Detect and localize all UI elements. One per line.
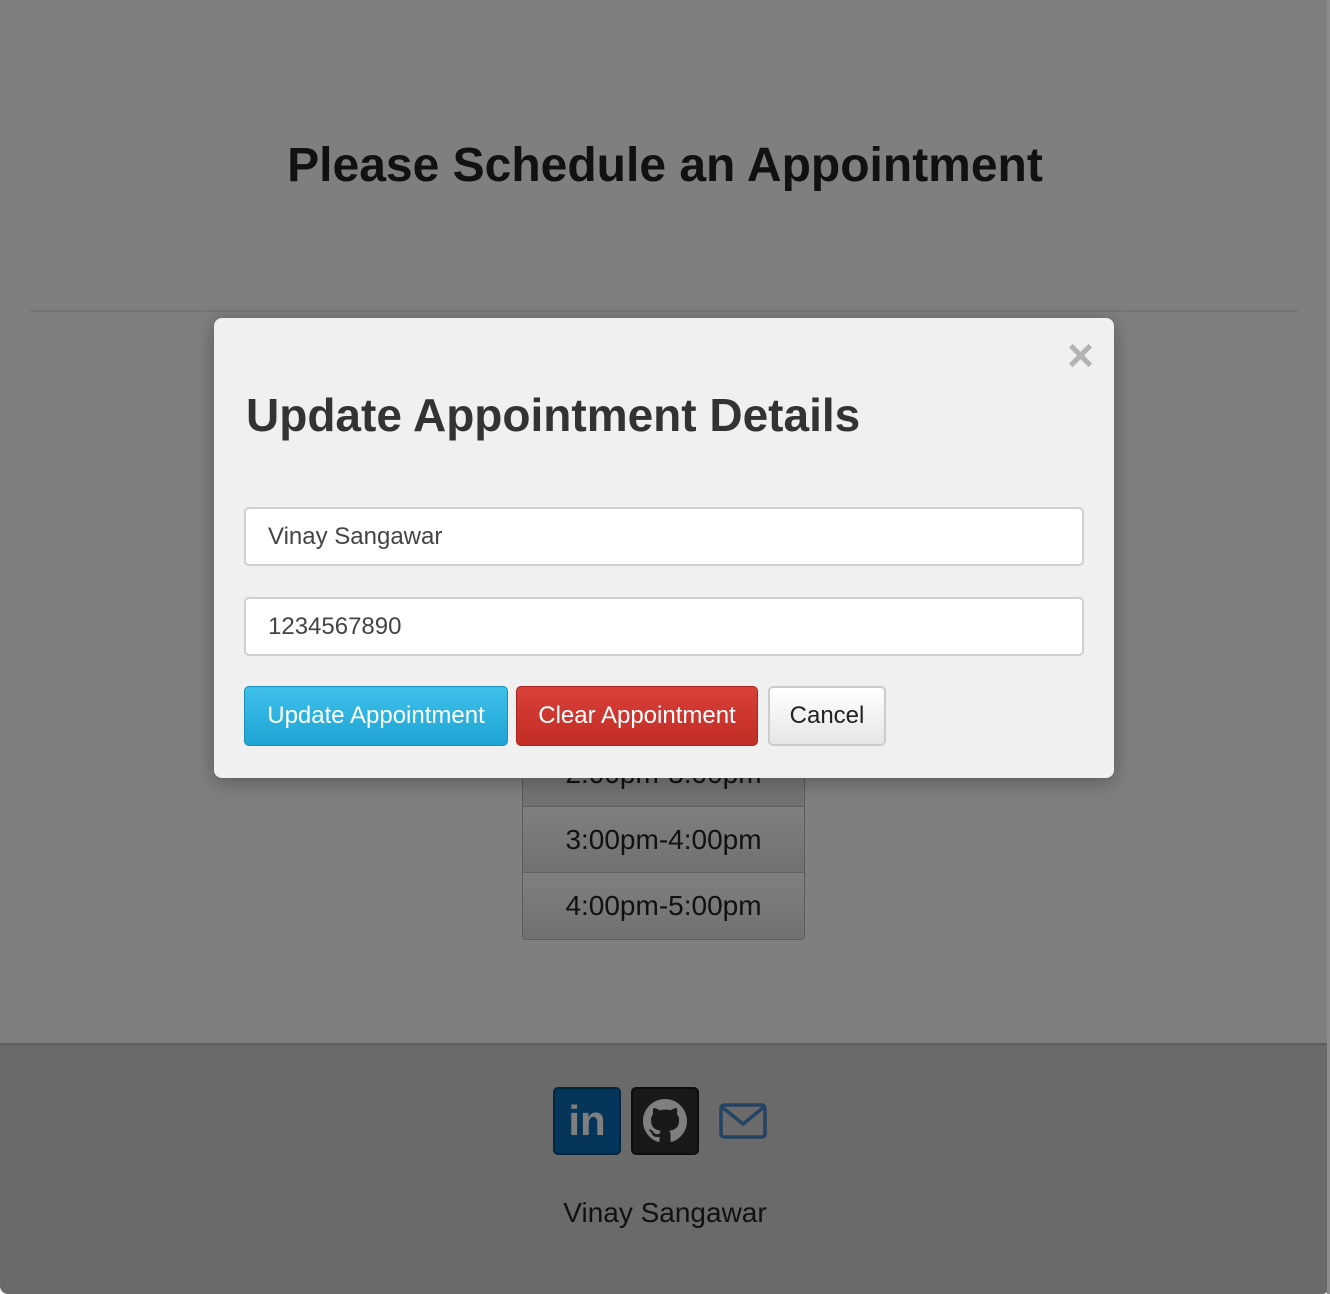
modal-title: Update Appointment Details bbox=[246, 389, 861, 441]
update-appointment-modal: × Update Appointment Details Update Appo… bbox=[214, 318, 1114, 778]
clear-appointment-button[interactable]: Clear Appointment bbox=[516, 686, 758, 746]
close-icon[interactable]: × bbox=[1067, 332, 1094, 378]
cancel-button[interactable]: Cancel bbox=[768, 686, 886, 746]
update-appointment-button[interactable]: Update Appointment bbox=[244, 686, 508, 746]
name-input[interactable] bbox=[244, 507, 1084, 566]
phone-input[interactable] bbox=[244, 597, 1084, 656]
